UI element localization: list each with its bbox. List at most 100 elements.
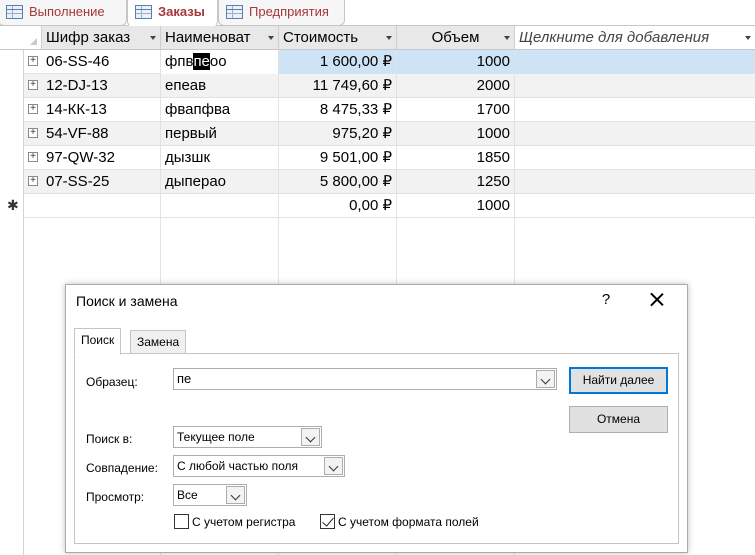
table-icon xyxy=(226,5,243,19)
direction-value: Все xyxy=(177,488,198,502)
cell-name[interactable]: дыперао xyxy=(161,170,279,194)
chevron-down-icon[interactable] xyxy=(226,486,245,504)
cell-code[interactable]: 14-КК-13 xyxy=(42,98,161,122)
cell-name[interactable]: первый xyxy=(161,122,279,146)
table-row[interactable]: + 12-DJ-13 епеав 11 749,60 ₽ 2000 xyxy=(0,74,755,98)
row-selector[interactable] xyxy=(0,146,24,170)
tab-zakazy[interactable]: Заказы xyxy=(127,0,218,27)
pattern-input[interactable]: пе xyxy=(173,368,557,390)
cell-volume[interactable]: 1250 xyxy=(397,170,515,194)
find-next-button[interactable]: Найти далее xyxy=(569,367,668,394)
cell-code[interactable]: 07-SS-25 xyxy=(42,170,161,194)
column-header-cost[interactable]: Стоимость xyxy=(279,26,397,50)
cell-code[interactable] xyxy=(42,194,161,218)
new-record-row[interactable]: ✱ 0,00 ₽ 1000 xyxy=(0,194,755,218)
chevron-down-icon[interactable] xyxy=(324,457,343,475)
table-icon xyxy=(135,5,152,19)
column-header-add-field[interactable]: Щелкните для добавления xyxy=(515,26,755,50)
column-header-volume[interactable]: Объем xyxy=(397,26,515,50)
table-row[interactable]: + 97-QW-32 дызшк 9 501,00 ₽ 1850 xyxy=(0,146,755,170)
cell-name[interactable]: фпвпеоо xyxy=(161,50,279,74)
expand-plus-icon[interactable]: + xyxy=(28,176,38,186)
chevron-down-icon[interactable] xyxy=(150,36,156,40)
expand-plus-icon[interactable]: + xyxy=(28,152,38,162)
expand-plus-icon[interactable]: + xyxy=(28,128,38,138)
table-row[interactable]: + 14-КК-13 фвапфва 8 475,33 ₽ 1700 xyxy=(0,98,755,122)
match-value: С любой частью поля xyxy=(177,459,299,473)
row-selector[interactable] xyxy=(0,170,24,194)
cell-cost[interactable]: 5 800,00 ₽ xyxy=(279,170,397,194)
cell-cost[interactable]: 11 749,60 ₽ xyxy=(279,74,397,98)
column-header-label: Шифр заказ xyxy=(46,29,131,46)
search-in-label: Поиск в: xyxy=(86,432,133,446)
table-row[interactable]: + 07-SS-25 дыперао 5 800,00 ₽ 1250 xyxy=(0,170,755,194)
cell-volume[interactable]: 2000 xyxy=(397,74,515,98)
dialog-title: Поиск и замена xyxy=(76,293,178,309)
expand-plus-icon[interactable]: + xyxy=(28,56,38,66)
cell-add-field[interactable] xyxy=(515,50,755,74)
cell-name[interactable]: фвапфва xyxy=(161,98,279,122)
select-all-corner[interactable] xyxy=(0,26,42,50)
chevron-down-icon[interactable] xyxy=(504,36,510,40)
cell-cost[interactable]: 9 501,00 ₽ xyxy=(279,146,397,170)
chevron-down-icon[interactable] xyxy=(536,370,555,388)
expand-plus-icon[interactable]: + xyxy=(28,104,38,114)
match-case-checkbox[interactable] xyxy=(174,514,189,529)
tab-label: Предприятия xyxy=(249,4,329,19)
chevron-down-icon[interactable] xyxy=(745,36,751,40)
match-case-label[interactable]: С учетом регистра xyxy=(192,515,295,529)
direction-select[interactable]: Все xyxy=(173,484,247,506)
row-selector[interactable] xyxy=(0,74,24,98)
close-icon[interactable] xyxy=(647,290,667,310)
match-label: Совпадение: xyxy=(86,461,158,475)
tab-label: Выполнение xyxy=(29,4,105,19)
cell-name[interactable]: епеав xyxy=(161,74,279,98)
tab-vypolnenie[interactable]: Выполнение xyxy=(0,0,127,26)
cell-volume[interactable]: 1850 xyxy=(397,146,515,170)
cell-cost[interactable]: 975,20 ₽ xyxy=(279,122,397,146)
cell-cost[interactable]: 0,00 ₽ xyxy=(279,194,397,218)
cell-code[interactable]: 54-VF-88 xyxy=(42,122,161,146)
cell-code[interactable]: 06-SS-46 xyxy=(42,50,161,74)
direction-label: Просмотр: xyxy=(86,490,145,504)
cell-name[interactable]: дызшк xyxy=(161,146,279,170)
chevron-down-icon[interactable] xyxy=(268,36,274,40)
table-icon xyxy=(6,5,23,19)
cell-cost[interactable]: 8 475,33 ₽ xyxy=(279,98,397,122)
table-row[interactable]: + 54-VF-88 первый 975,20 ₽ 1000 xyxy=(0,122,755,146)
cell-volume[interactable]: 1000 xyxy=(397,194,515,218)
table-row[interactable]: + 06-SS-46 фпвпеоо 1 600,00 ₽ 1000 xyxy=(0,50,755,74)
column-header-label: Щелкните для добавления xyxy=(519,29,710,46)
search-match-highlight: пе xyxy=(193,53,210,70)
pattern-value: пе xyxy=(177,371,192,386)
cell-code[interactable]: 97-QW-32 xyxy=(42,146,161,170)
name-text: фпв xyxy=(165,53,194,70)
row-selector[interactable] xyxy=(0,122,24,146)
cell-cost[interactable]: 1 600,00 ₽ xyxy=(279,50,397,74)
help-icon[interactable]: ? xyxy=(596,290,616,310)
row-selector[interactable]: ✱ xyxy=(0,194,24,218)
cell-code[interactable]: 12-DJ-13 xyxy=(42,74,161,98)
cancel-button[interactable]: Отмена xyxy=(569,406,668,433)
cell-volume[interactable]: 1000 xyxy=(397,50,515,74)
find-replace-dialog: Поиск и замена ? Поиск Замена Образец: п… xyxy=(65,284,688,553)
column-header-label: Наименоват xyxy=(165,29,251,46)
chevron-down-icon[interactable] xyxy=(301,428,320,446)
search-format-label[interactable]: С учетом формата полей xyxy=(338,515,479,529)
column-header-name[interactable]: Наименоват xyxy=(161,26,279,50)
search-in-select[interactable]: Текущее поле xyxy=(173,426,322,448)
chevron-down-icon[interactable] xyxy=(386,36,392,40)
cell-volume[interactable]: 1000 xyxy=(397,122,515,146)
column-header-label: Стоимость xyxy=(283,29,359,46)
cell-name[interactable] xyxy=(161,194,279,218)
match-select[interactable]: С любой частью поля xyxy=(173,455,345,477)
tab-find[interactable]: Поиск xyxy=(74,328,122,355)
expand-plus-icon[interactable]: + xyxy=(28,80,38,90)
search-format-checkbox[interactable] xyxy=(320,514,335,529)
tab-replace[interactable]: Замена xyxy=(130,330,187,354)
tab-predpriyatiya[interactable]: Предприятия xyxy=(218,0,345,26)
row-selector[interactable] xyxy=(0,50,24,74)
cell-volume[interactable]: 1700 xyxy=(397,98,515,122)
row-selector[interactable] xyxy=(0,98,24,122)
column-header-code[interactable]: Шифр заказ xyxy=(42,26,161,50)
